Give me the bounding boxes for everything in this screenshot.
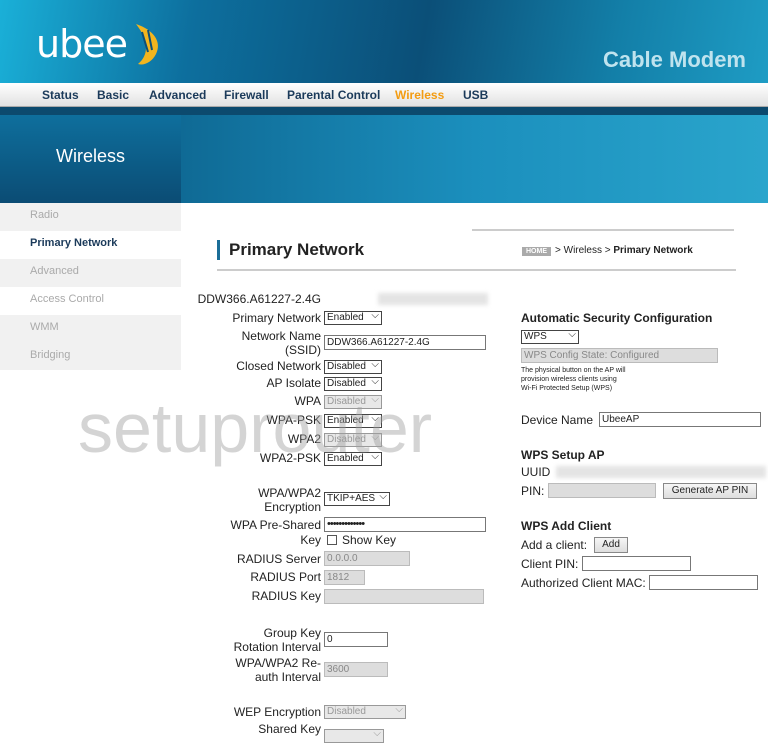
nav-usb[interactable]: USB [463, 88, 488, 102]
ap-isolate-select[interactable]: Disabled [324, 376, 382, 391]
label: UUID [521, 465, 551, 479]
label: WPA/WPA2 [258, 486, 321, 500]
label: auth Interval [254, 670, 321, 684]
wps-note: Wi-Fi Protected Setup (WPS) [521, 385, 613, 392]
show-key-checkbox[interactable] [327, 535, 337, 545]
label: Key [300, 533, 321, 547]
divider [0, 107, 768, 115]
device-name-input[interactable]: UbeeAP [599, 412, 761, 427]
label: Add a client: [521, 538, 588, 552]
product-name: Cable Modem [602, 47, 746, 72]
label: RADIUS Key [251, 589, 321, 603]
label: RADIUS Server [236, 552, 321, 566]
redacted-uuid [556, 466, 766, 478]
ubee-logo: ubee [36, 22, 128, 66]
closed-network-select[interactable]: Disabled [324, 359, 382, 374]
sidebar-item-primary-network[interactable]: Primary Network [30, 237, 117, 249]
wpa-psk-select[interactable]: Enabled [324, 413, 382, 428]
label: WPA-PSK [266, 413, 321, 427]
label: Authorized Client MAC: [521, 576, 646, 590]
world-map-banner [181, 115, 768, 203]
sidebar-item-wmm[interactable]: WMM [30, 321, 59, 333]
wpa2-psk-select[interactable]: Enabled [324, 451, 382, 466]
sidebar-item-advanced[interactable]: Advanced [30, 265, 79, 277]
psk-input[interactable]: ••••••••••••• [324, 517, 486, 532]
label: WPA2-PSK [259, 451, 321, 465]
divider [217, 269, 736, 271]
label: PIN: [521, 484, 545, 498]
sidebar-item-radio[interactable]: Radio [30, 209, 59, 221]
label: Shared Key [258, 722, 321, 736]
wps-state: WPS Config State: Configured [521, 348, 718, 363]
top-nav: Status Basic Advanced Firewall Parental … [0, 83, 768, 107]
radius-key-input[interactable] [324, 589, 484, 604]
breadcrumb-home[interactable]: HOME [522, 247, 551, 256]
breadcrumb-current: Primary Network [613, 245, 693, 256]
radius-server-input[interactable]: 0.0.0.0 [324, 551, 410, 566]
label: Encryption [264, 500, 321, 514]
ssid-heading: DDW366.A61227-2.4G [197, 292, 321, 306]
nav-status[interactable]: Status [42, 88, 79, 102]
label: WEP Encryption [233, 705, 321, 719]
label: WPA/WPA2 Re- [235, 656, 321, 670]
divider [472, 229, 734, 231]
ap-pin-input[interactable] [548, 483, 656, 498]
label: WPA [294, 394, 321, 408]
section-title: Wireless [0, 115, 181, 203]
label: Group Key [263, 626, 321, 640]
redacted-mac [378, 293, 488, 305]
sidebar-item-bridging[interactable]: Bridging [30, 349, 70, 361]
radius-port-input[interactable]: 1812 [324, 570, 365, 585]
wps-mode-select[interactable]: WPS [521, 329, 579, 344]
breadcrumb-wireless[interactable]: Wireless [564, 245, 602, 256]
label: Rotation Interval [233, 640, 321, 654]
sidebar-item-access-control[interactable]: Access Control [30, 293, 104, 305]
label: Network Name [241, 329, 321, 343]
label: WPA Pre-Shared [230, 518, 321, 532]
encryption-select[interactable]: TKIP+AES [324, 491, 390, 506]
label: AP Isolate [266, 376, 321, 390]
wps-note: provision wireless clients using [521, 376, 617, 383]
label: Device Name [521, 413, 594, 427]
show-key-label: Show Key [342, 533, 397, 547]
reauth-interval-input[interactable]: 3600 [324, 662, 388, 677]
page-title: Primary Network [217, 240, 364, 260]
label: Primary Network [232, 311, 321, 325]
label: Client PIN: [521, 557, 579, 571]
nav-firewall[interactable]: Firewall [224, 88, 269, 102]
sidebar: Radio Primary Network Advanced Access Co… [0, 203, 181, 370]
ssid-input[interactable]: DDW366.A61227-2.4G [324, 335, 486, 350]
wps-setup-heading: WPS Setup AP [521, 448, 605, 462]
label: Closed Network [236, 359, 321, 373]
client-mac-input[interactable] [649, 575, 758, 590]
wps-note: The physical button on the AP will [521, 367, 626, 374]
label: WPA2 [287, 432, 321, 446]
wps-add-heading: WPS Add Client [521, 519, 612, 533]
nav-parental-control[interactable]: Parental Control [287, 88, 380, 102]
primary-network-select[interactable]: Enabled [324, 310, 382, 325]
fish-logo-icon [136, 24, 158, 65]
wpa-select[interactable]: Disabled [324, 394, 382, 409]
nav-basic[interactable]: Basic [97, 88, 129, 102]
label: RADIUS Port [250, 570, 321, 584]
wps-heading: Automatic Security Configuration [521, 311, 713, 325]
generate-ap-pin-button[interactable]: Generate AP PIN [663, 483, 757, 499]
label: (SSID) [285, 343, 321, 357]
nav-advanced[interactable]: Advanced [149, 88, 206, 102]
wep-encryption-select[interactable]: Disabled [324, 704, 406, 719]
wpa2-select[interactable]: Disabled [324, 432, 382, 447]
add-client-button[interactable]: Add [594, 537, 628, 553]
client-pin-input[interactable] [582, 556, 691, 571]
shared-key-select[interactable] [324, 728, 384, 743]
nav-wireless[interactable]: Wireless [395, 88, 444, 102]
breadcrumb: HOME > Wireless > Primary Network [522, 245, 693, 256]
group-key-input[interactable]: 0 [324, 632, 388, 647]
